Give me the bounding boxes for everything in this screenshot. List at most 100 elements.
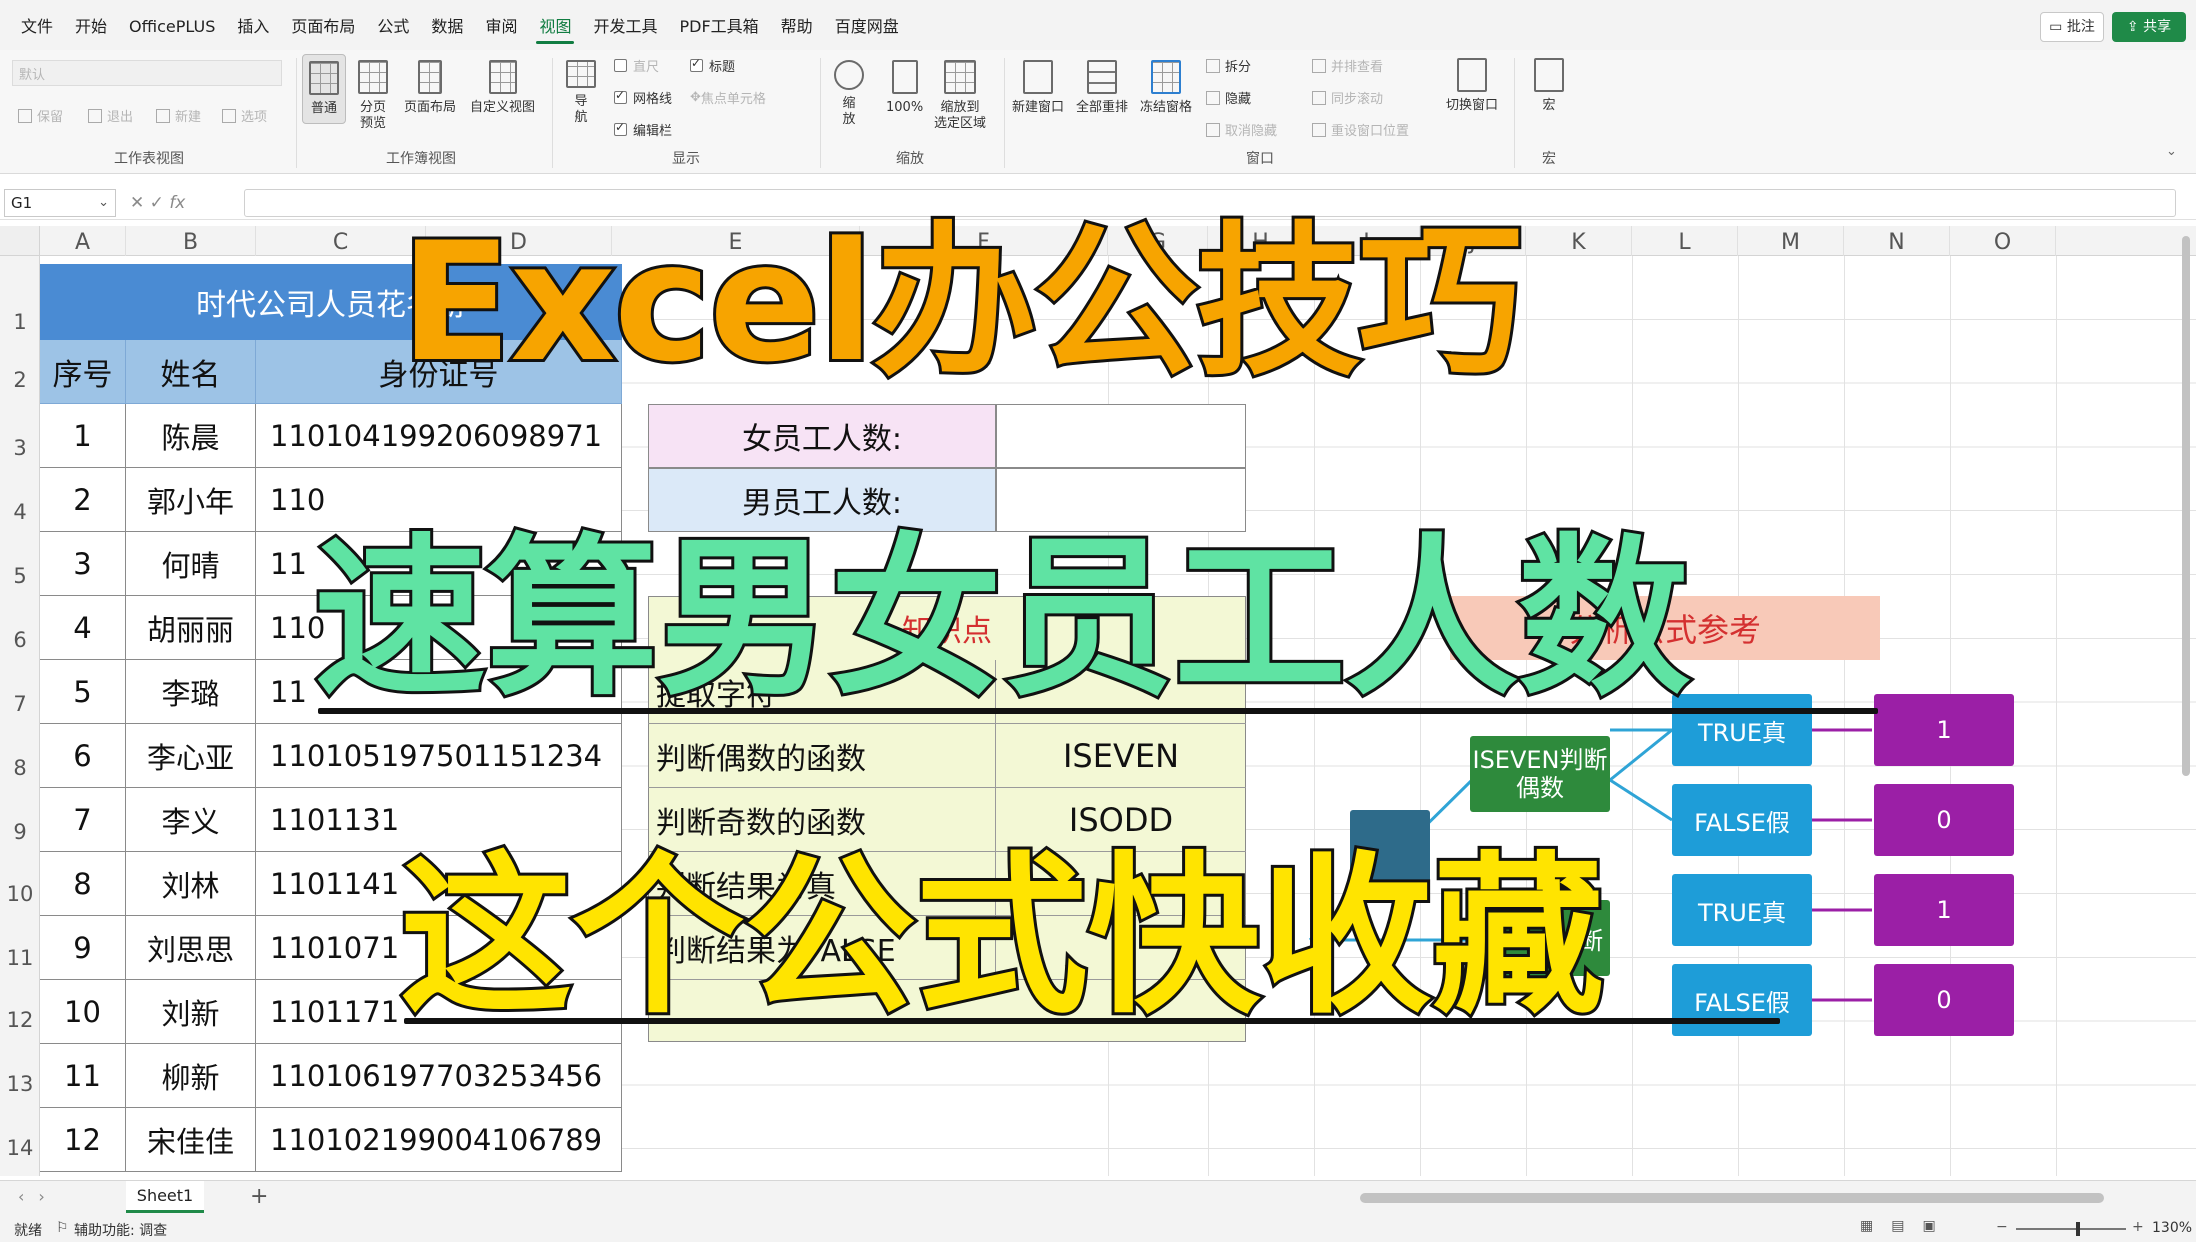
- accessibility-status[interactable]: 辅助功能: 调查: [74, 1220, 167, 1240]
- result-node-box[interactable]: 0: [1874, 784, 2014, 856]
- menu-formulas[interactable]: 公式: [366, 0, 420, 50]
- sheet-view-options[interactable]: 选项: [222, 106, 267, 125]
- horizontal-scrollbar[interactable]: [1360, 1193, 2104, 1203]
- menu-insert[interactable]: 插入: [226, 0, 280, 50]
- row-header[interactable]: 12: [0, 1008, 40, 1032]
- column-header-l[interactable]: L: [1632, 226, 1738, 256]
- menu-home[interactable]: 开始: [64, 0, 118, 50]
- menu-data[interactable]: 数据: [420, 0, 474, 50]
- menu-page-layout[interactable]: 页面布局: [280, 0, 366, 50]
- zoom-slider-thumb[interactable]: [2076, 1222, 2080, 1236]
- headings-checkbox[interactable]: 标题: [690, 56, 735, 75]
- column-header-m[interactable]: M: [1738, 226, 1844, 256]
- id-number-cell[interactable]: 110102199004106789: [256, 1108, 622, 1172]
- id-number-cell[interactable]: 110105197501151234: [256, 724, 622, 788]
- formula-bar-checkbox[interactable]: 编辑栏: [614, 120, 672, 139]
- result-node-box[interactable]: 1: [1874, 694, 2014, 766]
- page-layout-view-button[interactable]: 页面布局: [404, 60, 456, 116]
- header-index-cell[interactable]: 序号: [40, 340, 126, 404]
- name-cell[interactable]: 何晴: [126, 532, 256, 596]
- name-box[interactable]: G1 ⌄: [4, 189, 116, 217]
- column-header-a[interactable]: A: [40, 226, 126, 256]
- vertical-scrollbar[interactable]: [2182, 236, 2190, 776]
- result-node-box[interactable]: 0: [1874, 964, 2014, 1036]
- comment-button[interactable]: ▭ 批注: [2040, 12, 2104, 42]
- name-cell[interactable]: 刘思思: [126, 916, 256, 980]
- index-cell[interactable]: 8: [40, 852, 126, 916]
- row-header[interactable]: 2: [0, 368, 40, 392]
- index-cell[interactable]: 11: [40, 1044, 126, 1108]
- sheet-view-dropdown[interactable]: 默认: [12, 60, 282, 86]
- sync-scroll-button[interactable]: 同步滚动: [1312, 88, 1383, 107]
- knowledge-desc-cell[interactable]: 判断偶数的函数: [648, 724, 996, 788]
- index-cell[interactable]: 4: [40, 596, 126, 660]
- sheet-tab[interactable]: Sheet1: [126, 1181, 204, 1213]
- menu-review[interactable]: 审阅: [474, 0, 528, 50]
- column-header-o[interactable]: O: [1950, 226, 2056, 256]
- row-header[interactable]: 9: [0, 820, 40, 844]
- page-break-button[interactable]: 分页 预览: [358, 60, 388, 132]
- row-header[interactable]: 7: [0, 692, 40, 716]
- name-cell[interactable]: 李璐: [126, 660, 256, 724]
- focus-cell-button[interactable]: ✥ 焦点单元格: [690, 88, 766, 107]
- menu-developer[interactable]: 开发工具: [582, 0, 668, 50]
- row-header[interactable]: 14: [0, 1136, 40, 1160]
- name-cell[interactable]: 刘林: [126, 852, 256, 916]
- name-cell[interactable]: 李义: [126, 788, 256, 852]
- new-window-button[interactable]: 新建窗口: [1012, 60, 1064, 116]
- index-cell[interactable]: 7: [40, 788, 126, 852]
- sheet-view-new[interactable]: 新建: [156, 106, 201, 125]
- index-cell[interactable]: 5: [40, 660, 126, 724]
- select-all-corner[interactable]: [0, 226, 40, 256]
- id-number-cell[interactable]: 110106197703253456: [256, 1044, 622, 1108]
- header-name-cell[interactable]: 姓名: [126, 340, 256, 404]
- add-sheet-icon[interactable]: +: [250, 1184, 268, 1209]
- normal-view-button[interactable]: 普通: [302, 54, 346, 124]
- arrange-all-button[interactable]: 全部重排: [1076, 60, 1128, 116]
- index-cell[interactable]: 3: [40, 532, 126, 596]
- row-header[interactable]: 8: [0, 756, 40, 780]
- row-header[interactable]: 3: [0, 436, 40, 460]
- result-node-box[interactable]: 1: [1874, 874, 2014, 946]
- unhide-button[interactable]: 取消隐藏: [1206, 120, 1277, 139]
- macros-button[interactable]: 宏: [1534, 58, 1564, 114]
- index-cell[interactable]: 9: [40, 916, 126, 980]
- female-count-value-cell[interactable]: [996, 404, 1246, 468]
- zoom-100-button[interactable]: 100%: [886, 60, 923, 116]
- confirm-icon[interactable]: ✓: [150, 193, 170, 213]
- split-button[interactable]: 拆分: [1206, 56, 1251, 75]
- menu-officeplus[interactable]: OfficePLUS: [118, 0, 226, 50]
- name-cell[interactable]: 李心亚: [126, 724, 256, 788]
- column-header-k[interactable]: K: [1526, 226, 1632, 256]
- custom-view-button[interactable]: 自定义视图: [470, 60, 535, 116]
- row-header[interactable]: 6: [0, 628, 40, 652]
- row-header[interactable]: 1: [0, 310, 40, 334]
- zoom-level[interactable]: 130%: [2152, 1220, 2192, 1236]
- sheet-nav-arrows-icon[interactable]: ‹›: [18, 1187, 59, 1206]
- false-node-box[interactable]: FALSE假: [1672, 784, 1812, 856]
- row-header[interactable]: 4: [0, 500, 40, 524]
- false-node-box[interactable]: FALSE假: [1672, 964, 1812, 1036]
- name-cell[interactable]: 柳新: [126, 1044, 256, 1108]
- share-button[interactable]: ⇪ 共享: [2112, 12, 2186, 42]
- ruler-checkbox[interactable]: 直尺: [614, 56, 659, 75]
- reset-window-button[interactable]: 重设窗口位置: [1312, 120, 1409, 139]
- menu-view[interactable]: 视图: [528, 0, 582, 50]
- sheet-view-exit[interactable]: 退出: [88, 106, 133, 125]
- row-header[interactable]: 5: [0, 564, 40, 588]
- navigation-button[interactable]: 导 航: [566, 60, 596, 126]
- hide-button[interactable]: 隐藏: [1206, 88, 1251, 107]
- index-cell[interactable]: 1: [40, 404, 126, 468]
- name-cell[interactable]: 陈晨: [126, 404, 256, 468]
- knowledge-func-cell[interactable]: ISEVEN: [996, 724, 1246, 788]
- zoom-out-icon[interactable]: −: [1996, 1219, 2008, 1235]
- menu-baidu-netdisk[interactable]: 百度网盘: [824, 0, 910, 50]
- sheet-view-keep[interactable]: 保留: [18, 106, 63, 125]
- name-cell[interactable]: 宋佳佳: [126, 1108, 256, 1172]
- freeze-panes-button[interactable]: 冻结窗格: [1140, 60, 1192, 116]
- id-number-cell[interactable]: 110104199206098971: [256, 404, 622, 468]
- menu-pdf-tools[interactable]: PDF工具箱: [668, 0, 769, 50]
- menu-help[interactable]: 帮助: [770, 0, 824, 50]
- insert-function-icon[interactable]: fx: [169, 193, 185, 213]
- gridlines-checkbox[interactable]: 网格线: [614, 88, 672, 107]
